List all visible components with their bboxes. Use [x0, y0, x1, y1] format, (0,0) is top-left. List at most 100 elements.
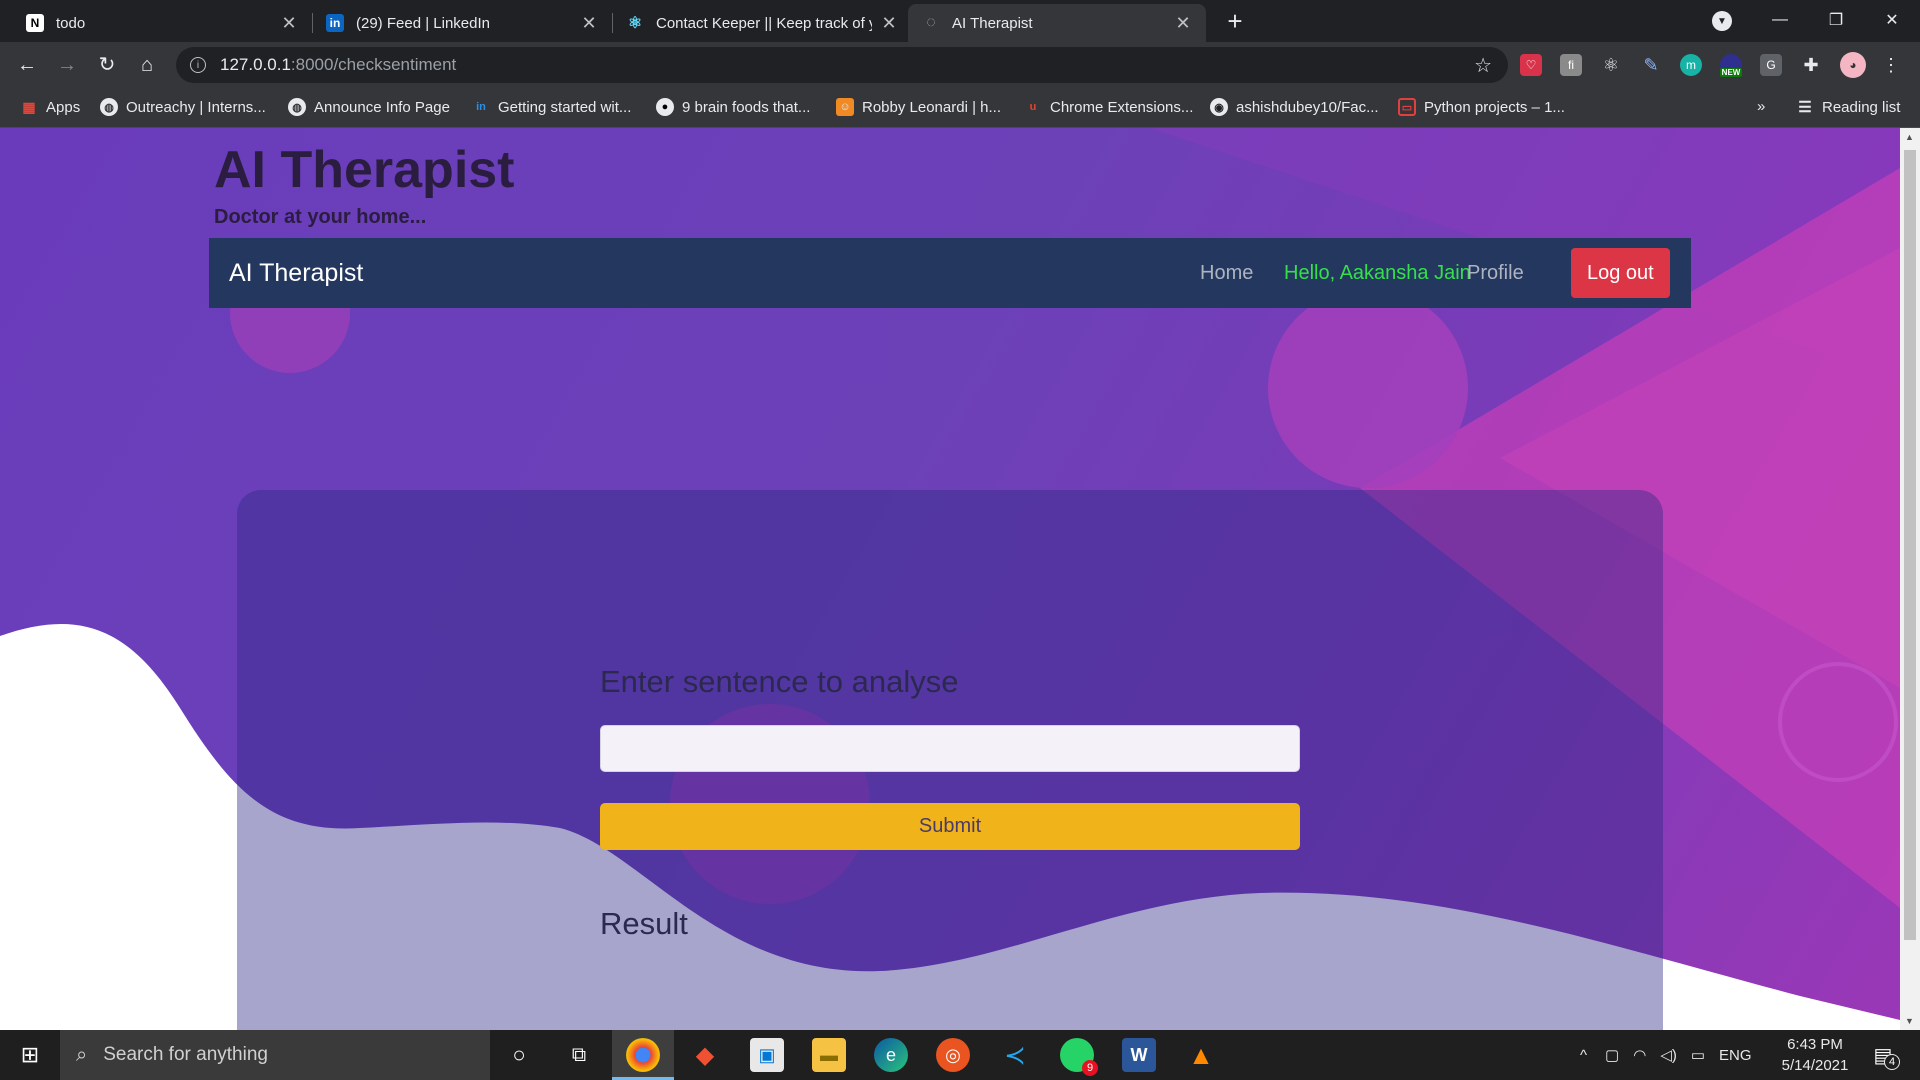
vscode-icon[interactable]: ≺ [998, 1038, 1032, 1072]
bookmark-robby-leonardi[interactable]: ☺ Robby Leonardi | h... [836, 98, 1001, 116]
close-icon[interactable]: ✕ [880, 13, 898, 34]
reading-list-label: Reading list [1822, 98, 1901, 116]
tab-search-icon[interactable]: ▼ [1712, 11, 1732, 31]
udemy-icon: u [1029, 101, 1037, 113]
vlc-icon[interactable]: ▲ [1184, 1038, 1218, 1072]
bookmark-outreachy[interactable]: ◍ Outreachy | Interns... [100, 98, 266, 116]
new-tab-button[interactable]: + [1222, 8, 1248, 34]
medium-icon: ● [656, 98, 674, 116]
page-title: AI Therapist [214, 141, 515, 199]
bookmark-github[interactable]: ◉ ashishdubey10/Fac... [1210, 98, 1379, 116]
tab-contact-keeper[interactable]: ⚛ Contact Keeper || Keep track of yo ✕ [612, 4, 912, 42]
bookmark-label: Python projects – 1... [1424, 98, 1565, 116]
page-scrollbar[interactable]: ▲ ▼ [1900, 128, 1920, 1030]
whatsapp-icon[interactable]: 9 [1060, 1038, 1098, 1076]
submit-button[interactable]: Submit [600, 803, 1300, 850]
site-info-icon[interactable]: i [190, 57, 206, 73]
bookmark-brain-foods[interactable]: ● 9 brain foods that... [656, 98, 810, 116]
navbar-brand[interactable]: AI Therapist [229, 259, 363, 288]
chevron-double-icon: » [1757, 98, 1766, 115]
task-view-icon[interactable]: ⧉ [562, 1038, 596, 1072]
taskbar-search-box[interactable]: ⌕ Search for anything [60, 1030, 490, 1080]
pocket-icon[interactable]: ♡ [1520, 54, 1542, 76]
tab-title: Contact Keeper || Keep track of yo [656, 14, 872, 32]
home-icon[interactable]: ⌂ [134, 52, 160, 78]
bookmark-getting-started[interactable]: in Getting started wit... [472, 98, 631, 116]
scroll-up-icon[interactable]: ▲ [1905, 132, 1914, 142]
notification-badge: 9 [1082, 1060, 1098, 1076]
form-heading: Enter sentence to analyse [600, 664, 959, 699]
bookmark-label: Announce Info Page [314, 98, 450, 116]
react-devtools-icon[interactable]: ⚛ [1600, 54, 1622, 76]
chevron-up-icon[interactable]: ^ [1580, 1047, 1587, 1064]
minimize-icon[interactable]: — [1752, 11, 1808, 29]
extension-new-icon[interactable]: NEW [1719, 54, 1743, 77]
store-icon[interactable]: ▣ [750, 1038, 784, 1072]
restore-icon[interactable]: ❐ [1808, 10, 1864, 30]
ubuntu-icon[interactable]: ◎ [936, 1038, 970, 1072]
close-icon[interactable]: ✕ [580, 13, 598, 34]
apps-grid-icon: ▦ [22, 98, 36, 115]
window-controls: — ❐ ✕ [1752, 0, 1920, 40]
linkedin-icon: in [326, 14, 344, 32]
scrollbar-thumb[interactable] [1904, 150, 1916, 940]
bookmark-apps[interactable]: ▦ Apps [20, 98, 80, 116]
mote-icon[interactable]: m [1680, 54, 1702, 76]
nav-profile-link[interactable]: Profile [1467, 262, 1524, 285]
wifi-icon[interactable]: ◠ [1633, 1046, 1646, 1064]
bookmark-star-icon[interactable]: ☆ [1474, 53, 1492, 78]
notion-icon: N [26, 14, 44, 32]
page-tagline: Doctor at your home... [214, 206, 427, 228]
chrome-icon[interactable] [626, 1038, 660, 1072]
windows-start-icon[interactable]: ⊞ [13, 1038, 47, 1072]
bookmark-chrome-extensions[interactable]: u Chrome Extensions... [1024, 98, 1194, 116]
avatar[interactable]: ◕ [1840, 52, 1866, 78]
linkedin-icon: in [476, 101, 486, 113]
bookmark-label: Getting started wit... [498, 98, 632, 116]
scroll-down-icon[interactable]: ▼ [1905, 1016, 1914, 1026]
edge-icon[interactable]: e [874, 1038, 908, 1072]
tab-title: todo [56, 14, 86, 32]
close-window-icon[interactable]: ✕ [1864, 10, 1920, 30]
bookmark-announce[interactable]: ◍ Announce Info Page [288, 98, 450, 116]
reload-icon[interactable]: ↻ [94, 52, 120, 78]
tab-linkedin[interactable]: in (29) Feed | LinkedIn ✕ [312, 4, 612, 42]
globe-icon: ◍ [100, 98, 118, 116]
word-icon[interactable]: W [1122, 1038, 1156, 1072]
tab-todo[interactable]: N todo ✕ [12, 4, 312, 42]
clock-time: 6:43 PM [1787, 1036, 1843, 1053]
sentence-input[interactable] [600, 725, 1300, 772]
logout-button[interactable]: Log out [1571, 248, 1670, 298]
forward-icon[interactable]: → [54, 52, 80, 78]
bookmarks-overflow-button[interactable]: » [1757, 98, 1765, 115]
taskbar-clock[interactable]: 6:43 PM 5/14/2021 [1760, 1034, 1870, 1076]
tab-ai-therapist[interactable]: ◌ AI Therapist ✕ [908, 4, 1206, 42]
cortana-icon[interactable]: ○ [502, 1038, 536, 1072]
nav-home-link[interactable]: Home [1200, 262, 1253, 285]
react-icon: ⚛ [627, 15, 643, 32]
notification-center-icon[interactable]: ▤ 4 [1866, 1038, 1900, 1072]
language-indicator[interactable]: ENG [1719, 1047, 1752, 1064]
extension-icon[interactable]: fi [1560, 54, 1582, 76]
tab-strip: N todo ✕ in (29) Feed | LinkedIn ✕ ⚛ Con… [0, 0, 1920, 42]
volume-icon[interactable]: ◁) [1660, 1046, 1677, 1064]
bookmark-label: 9 brain foods that... [682, 98, 811, 116]
file-explorer-icon[interactable]: ▬ [812, 1038, 846, 1072]
menu-kebab-icon[interactable]: ⋮ [1880, 54, 1902, 76]
globe-icon: ◌ [926, 14, 936, 31]
page-viewport: AI Therapist Doctor at your home... AI T… [0, 128, 1900, 1030]
pen-icon[interactable]: ✎ [1640, 54, 1662, 76]
bookmark-python-projects[interactable]: ▭ Python projects – 1... [1398, 98, 1565, 116]
git-icon[interactable]: ◆ [688, 1038, 722, 1072]
address-bar[interactable]: i 127.0.0.1 :8000/checksentiment ☆ [176, 47, 1508, 83]
reading-list-button[interactable]: ☰ Reading list [1796, 98, 1901, 117]
grammar-icon[interactable]: G [1760, 54, 1782, 76]
nav-user-greeting[interactable]: Hello, Aakansha Jain [1284, 262, 1471, 285]
meet-icon[interactable]: ▢ [1605, 1046, 1619, 1064]
battery-icon[interactable]: ▭ [1691, 1046, 1705, 1064]
close-icon[interactable]: ✕ [1174, 13, 1192, 34]
bg-circle-right [1268, 288, 1468, 488]
close-icon[interactable]: ✕ [280, 13, 298, 34]
back-icon[interactable]: ← [14, 52, 40, 78]
puzzle-icon[interactable]: ✚ [1800, 54, 1822, 76]
